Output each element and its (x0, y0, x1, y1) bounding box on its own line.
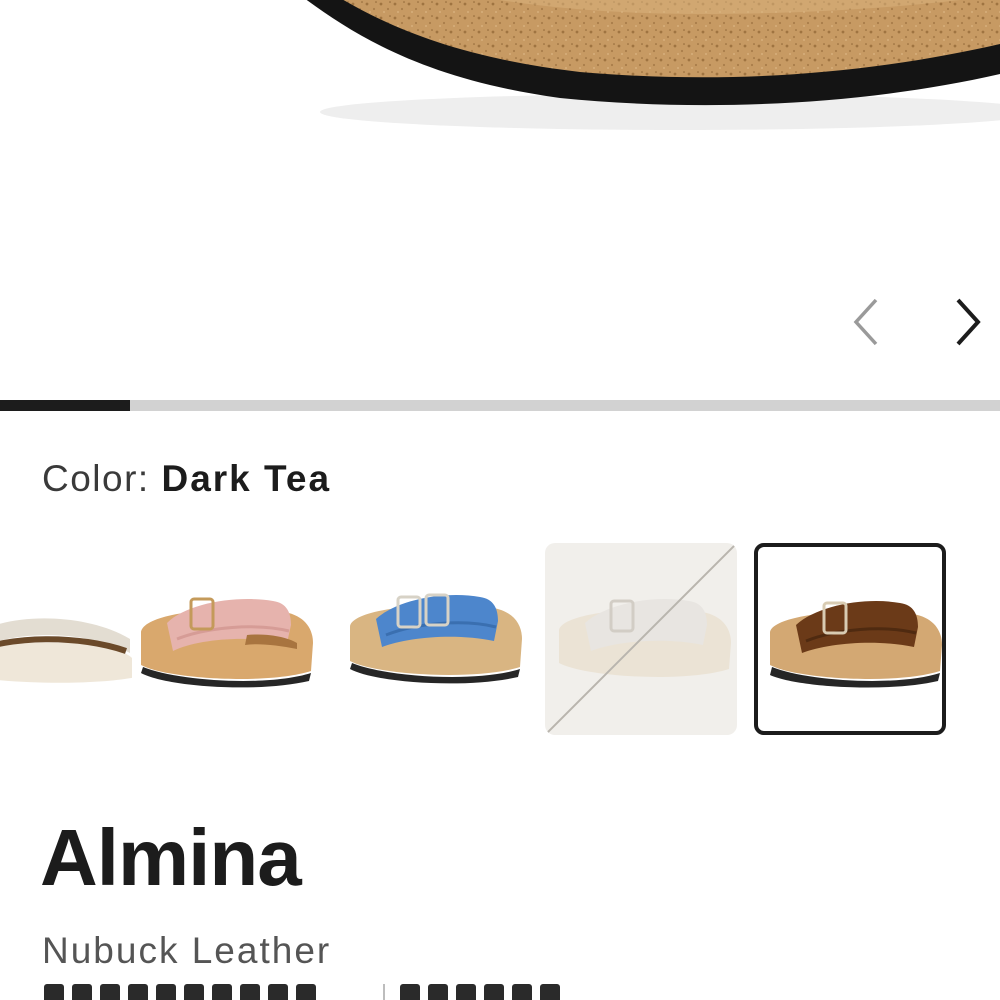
color-label-row: Color: Dark Tea (42, 458, 331, 500)
product-material: Nubuck Leather (42, 930, 332, 971)
gallery-next-button[interactable] (948, 296, 1000, 352)
chevron-right-icon (956, 298, 981, 346)
color-swatch-blue[interactable] (336, 543, 528, 735)
gallery-prev-button[interactable] (846, 296, 902, 352)
color-label: Color: (42, 458, 150, 499)
cut-off-rating-row (44, 984, 364, 1000)
chevron-left-icon (853, 298, 878, 346)
cut-off-review-link (400, 984, 610, 1000)
product-hero-image (0, 0, 1000, 400)
color-swatch-pink[interactable] (127, 543, 319, 735)
rating-divider (383, 984, 385, 1000)
gallery-progress-fill (0, 400, 130, 411)
gallery-progress-bar (0, 400, 1000, 411)
product-name: Almina (40, 813, 302, 902)
color-swatch-white-unavailable[interactable] (545, 543, 737, 735)
color-swatch-partial[interactable] (0, 543, 132, 735)
color-swatch-dark-tea[interactable] (754, 543, 946, 735)
selected-color-name: Dark Tea (161, 458, 332, 499)
